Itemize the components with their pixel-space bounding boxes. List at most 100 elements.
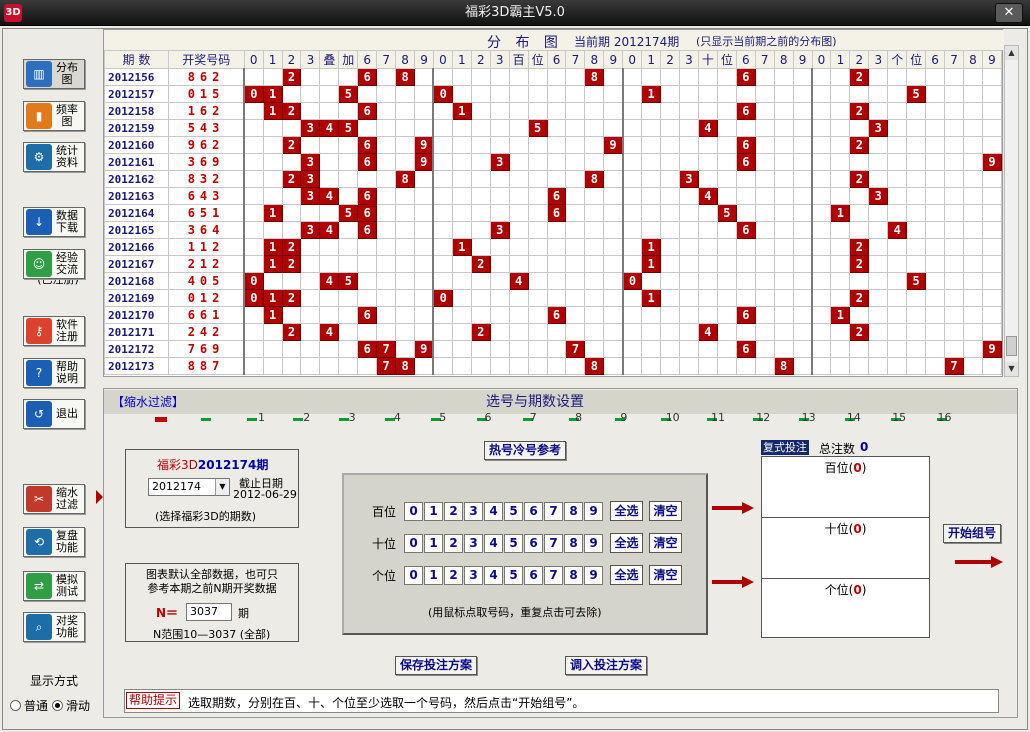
- sidebar-item-9[interactable]: ⟲ 复盘功能: [23, 527, 85, 557]
- select-all-button[interactable]: 全选: [610, 533, 643, 553]
- sidebar-item-5[interactable]: ⚷ 软件注册: [23, 316, 85, 346]
- digit-button[interactable]: 8: [564, 501, 583, 521]
- empty-cell: [792, 102, 813, 120]
- digit-button[interactable]: 1: [424, 533, 443, 553]
- hit-cell: 2: [470, 323, 491, 341]
- empty-cell: [849, 221, 870, 239]
- empty-cell: [811, 153, 832, 171]
- radio-normal-dot[interactable]: [10, 700, 21, 711]
- empty-cell: [395, 289, 416, 307]
- scroll-thumb[interactable]: [1006, 336, 1017, 356]
- digit-button[interactable]: 4: [484, 501, 503, 521]
- clear-button[interactable]: 清空: [649, 565, 682, 585]
- simulate-icon: ⇄: [26, 573, 52, 599]
- digit-button[interactable]: 6: [524, 533, 543, 553]
- period-cell: 2012160: [104, 136, 169, 154]
- save-plan-button[interactable]: 保存投注方案: [395, 656, 478, 675]
- clear-button[interactable]: 清空: [649, 501, 682, 521]
- empty-cell: [981, 85, 1003, 103]
- digit-button[interactable]: 1: [424, 565, 443, 585]
- empty-cell: [395, 255, 416, 273]
- empty-cell: [981, 272, 1003, 290]
- scroll-down-icon[interactable]: ▼: [1005, 362, 1018, 376]
- empty-cell: [716, 306, 737, 324]
- sidebar-item-3[interactable]: ↓ 数据下载: [23, 207, 85, 237]
- empty-cell: [679, 306, 699, 324]
- empty-cell: [432, 204, 453, 222]
- digit-button[interactable]: 6: [524, 501, 543, 521]
- start-combine-button[interactable]: 开始组号: [943, 524, 1002, 543]
- n-input[interactable]: 3037: [186, 603, 232, 621]
- digit-button[interactable]: 2: [444, 565, 463, 585]
- digit-button[interactable]: 7: [544, 501, 563, 521]
- digit-button[interactable]: 0: [404, 501, 423, 521]
- grid-scrollbar[interactable]: ▲ ▼: [1004, 45, 1019, 377]
- empty-cell: [451, 170, 472, 188]
- digit-button[interactable]: 0: [404, 565, 423, 585]
- empty-cell: [754, 102, 775, 120]
- sidebar-item-1[interactable]: ▮ 频率图: [23, 101, 85, 131]
- picker-row: 百位 0 1 2 3 4 5 6 7 8 9 全选 清空: [372, 501, 682, 521]
- digit-button[interactable]: 2: [444, 533, 463, 553]
- digit-button[interactable]: 1: [424, 501, 443, 521]
- digit-button[interactable]: 0: [404, 533, 423, 553]
- digit-button[interactable]: 4: [484, 565, 503, 585]
- empty-cell: [811, 85, 832, 103]
- digit-button[interactable]: 2: [444, 501, 463, 521]
- sidebar-item-10[interactable]: ⇄ 模拟测试: [23, 571, 85, 601]
- period-cell: 2012167: [104, 255, 169, 273]
- digit-button[interactable]: 9: [584, 565, 603, 585]
- digit-button[interactable]: 5: [504, 501, 523, 521]
- empty-cell: [660, 204, 681, 222]
- load-plan-button[interactable]: 调入投注方案: [565, 656, 648, 675]
- digit-button[interactable]: 9: [584, 501, 603, 521]
- radio-scroll-dot[interactable]: [52, 700, 63, 711]
- sidebar-item-4[interactable]: ☺ 经验交流: [23, 249, 85, 279]
- empty-cell: [603, 221, 624, 239]
- period-select[interactable]: 2012174 ▼: [148, 478, 230, 496]
- empty-cell: [792, 119, 813, 137]
- select-all-button[interactable]: 全选: [610, 565, 643, 585]
- empty-cell: [944, 187, 964, 205]
- radio-scroll[interactable]: 滑动: [52, 697, 90, 714]
- sidebar-item-8[interactable]: ✂ 缩水过滤: [23, 484, 85, 514]
- sidebar-item-0[interactable]: ▥ 分布图: [23, 59, 85, 89]
- empty-cell: [944, 102, 964, 120]
- empty-cell: [357, 238, 378, 256]
- close-icon[interactable]: ✕: [995, 3, 1023, 23]
- digit-button[interactable]: 9: [584, 533, 603, 553]
- digit-button[interactable]: 5: [504, 565, 523, 585]
- sidebar-item-11[interactable]: ⌕ 对奖功能: [23, 612, 85, 642]
- select-all-button[interactable]: 全选: [610, 501, 643, 521]
- empty-cell: [792, 204, 813, 222]
- sidebar-item-6[interactable]: ? 帮助说明: [23, 358, 85, 388]
- radio-normal[interactable]: 普通: [10, 697, 48, 714]
- hit-cell: 6: [357, 136, 378, 154]
- sidebar-item-7[interactable]: ↺ 退出: [23, 399, 85, 429]
- grid-note: (只显示当前期之前的分布图): [696, 35, 837, 48]
- digit-button[interactable]: 3: [464, 533, 483, 553]
- digit-button[interactable]: 6: [524, 565, 543, 585]
- sidebar-item-2[interactable]: ⚙ 统计资料: [23, 142, 85, 172]
- result-name: 百位: [824, 461, 849, 475]
- digit-button[interactable]: 7: [544, 533, 563, 553]
- clear-button[interactable]: 清空: [649, 533, 682, 553]
- empty-cell: [716, 323, 737, 341]
- digit-button[interactable]: 5: [504, 533, 523, 553]
- digit-button[interactable]: 3: [464, 501, 483, 521]
- empty-cell: [981, 170, 1003, 188]
- empty-cell: [414, 68, 434, 86]
- digit-button[interactable]: 4: [484, 533, 503, 553]
- digit-button[interactable]: 8: [564, 565, 583, 585]
- digit-button[interactable]: 3: [464, 565, 483, 585]
- chevron-down-icon[interactable]: ▼: [215, 479, 229, 495]
- empty-cell: [451, 68, 472, 86]
- empty-cell: [527, 289, 548, 307]
- digit-button[interactable]: 8: [564, 533, 583, 553]
- empty-cell: [603, 306, 624, 324]
- empty-cell: [754, 289, 775, 307]
- scroll-up-icon[interactable]: ▲: [1005, 46, 1018, 60]
- digit-button[interactable]: 7: [544, 565, 563, 585]
- empty-cell: [395, 102, 416, 120]
- hot-cold-reference-button[interactable]: 热号冷号参考: [484, 441, 567, 460]
